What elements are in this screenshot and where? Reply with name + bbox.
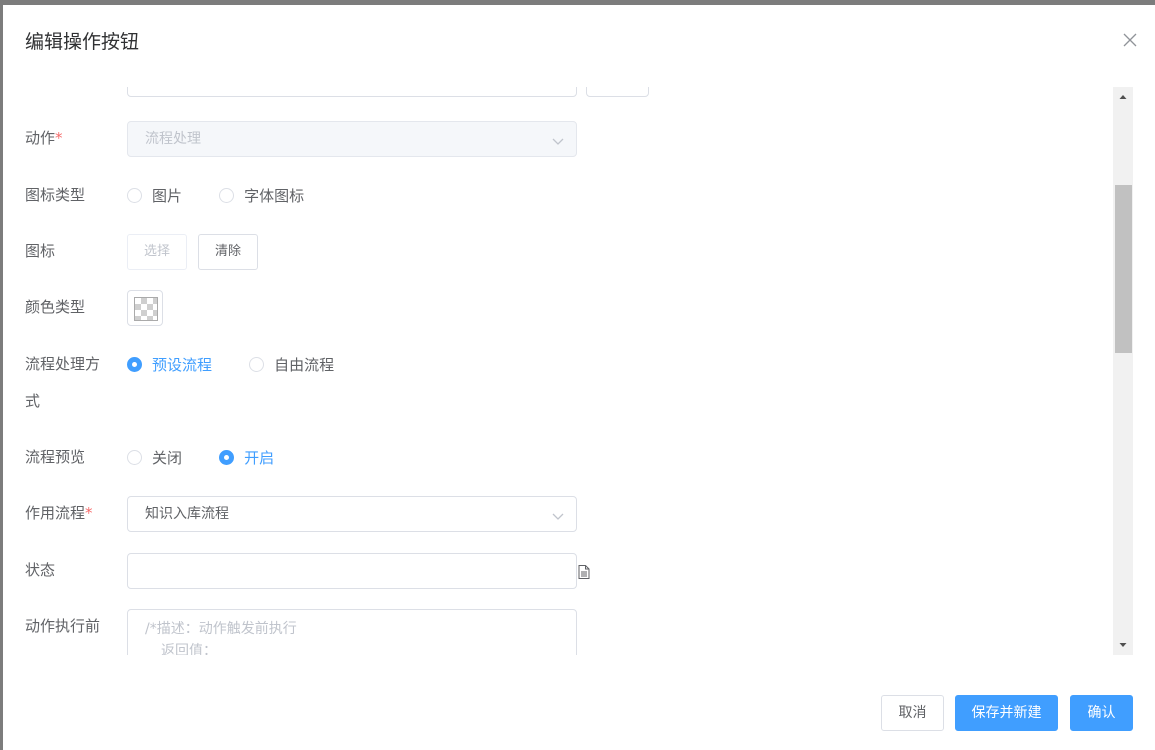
status-label: 状态 <box>25 561 56 579</box>
dialog-header: 编辑操作按钮 <box>3 5 1155 75</box>
radio-preview-off[interactable]: 关闭 <box>127 447 182 468</box>
clear-icon-button[interactable]: 清除 <box>198 234 259 270</box>
save-and-new-button[interactable]: 保存并新建 <box>955 695 1058 731</box>
select-icon-button[interactable]: 选择 <box>127 234 188 270</box>
color-picker[interactable] <box>127 290 163 326</box>
radio-icon-type-image[interactable]: 图片 <box>127 185 182 206</box>
target-flow-value: 知识入库流程 <box>145 506 229 522</box>
previous-input[interactable] <box>127 87 577 97</box>
radio-circle <box>127 188 142 203</box>
action-label: 动作* <box>25 129 63 147</box>
dialog-footer: 取消 保存并新建 确认 <box>3 685 1155 735</box>
radio-preview-on[interactable]: 开启 <box>219 447 274 468</box>
before-action-script-editor[interactable]: /*描述：动作触发前执行 返回值： <box>127 609 577 655</box>
action-select[interactable]: 流程处理 <box>127 121 577 157</box>
scrollbar-thumb[interactable] <box>1115 185 1132 353</box>
target-flow-label: 作用流程* <box>25 504 93 522</box>
radio-circle <box>249 357 265 372</box>
document-icon[interactable] <box>578 564 590 583</box>
close-icon[interactable] <box>1123 33 1137 47</box>
vertical-scrollbar[interactable] <box>1113 87 1133 655</box>
radio-circle-checked <box>127 357 142 372</box>
chevron-down-icon <box>552 509 564 525</box>
edit-action-button-dialog: 编辑操作按钮 动作* 流程处理 图标类型 图片 字体图标 图标 选择 清除 颜色… <box>3 5 1155 750</box>
dialog-title: 编辑操作按钮 <box>25 31 140 53</box>
confirm-button[interactable]: 确认 <box>1070 695 1133 731</box>
radio-icon-type-font[interactable]: 字体图标 <box>219 185 304 206</box>
chevron-down-icon <box>552 134 564 150</box>
icon-type-label: 图标类型 <box>25 186 86 204</box>
radio-circle-checked <box>219 450 235 465</box>
radio-circle <box>127 450 142 465</box>
before-action-label: 动作执行前 <box>25 617 101 635</box>
icon-label: 图标 <box>25 242 56 260</box>
target-flow-select[interactable]: 知识入库流程 <box>127 496 577 532</box>
status-input[interactable] <box>127 553 577 589</box>
radio-flow-preset[interactable]: 预设流程 <box>127 354 212 375</box>
scroll-up-arrow-icon[interactable] <box>1113 87 1133 107</box>
flow-mode-label: 流程处理方式 <box>25 355 101 410</box>
dialog-body: 动作* 流程处理 图标类型 图片 字体图标 图标 选择 清除 颜色类型 流程处理… <box>3 87 1133 655</box>
transparent-color-swatch <box>134 297 158 321</box>
scroll-down-arrow-icon[interactable] <box>1113 635 1133 655</box>
previous-small-input[interactable] <box>586 87 649 97</box>
action-select-value: 流程处理 <box>145 131 201 147</box>
cancel-button[interactable]: 取消 <box>881 695 944 731</box>
radio-flow-free[interactable]: 自由流程 <box>249 354 334 375</box>
color-type-label: 颜色类型 <box>25 298 86 316</box>
flow-preview-label: 流程预览 <box>25 448 86 466</box>
radio-circle <box>219 188 235 203</box>
